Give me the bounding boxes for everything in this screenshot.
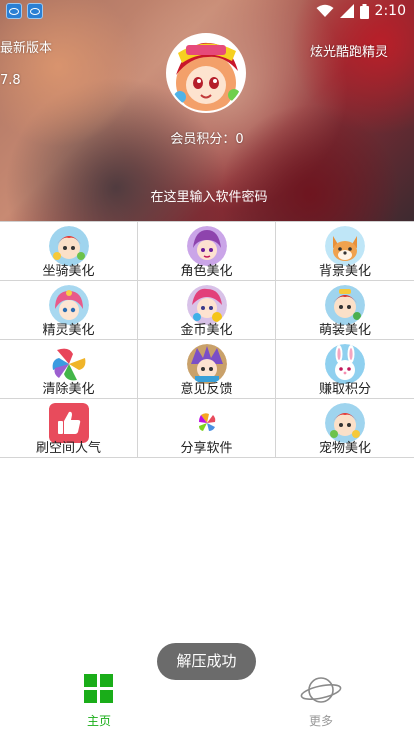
battery-icon	[359, 3, 369, 19]
clock: 2:10	[374, 3, 406, 19]
grid-item-label: 背景美化	[318, 264, 371, 279]
signal-icon	[339, 4, 354, 18]
grid-item-mount[interactable]: 坐骑美化	[0, 222, 138, 281]
password-input[interactable]	[100, 183, 318, 211]
grid-item-clear[interactable]: 清除美化	[0, 340, 138, 399]
nav-more-label: 更多	[308, 714, 333, 728]
cartoon-avatar-icon	[168, 35, 244, 111]
profile-header: 最新版本 7.8 炫光酷跑精灵 会员积分：0	[0, 0, 414, 221]
grid-item-earn-points[interactable]: 赚取积分	[276, 340, 414, 399]
feature-grid: 坐骑美化 角色美化 背景美化 精灵美化 金币美化 萌装美化 清除美化 意见反馈 …	[0, 221, 414, 458]
app-icon	[27, 3, 43, 19]
app-icon	[6, 3, 22, 19]
grid-icon	[84, 674, 113, 703]
grid-item-pet[interactable]: 宠物美化	[276, 399, 414, 458]
avatar[interactable]	[166, 33, 246, 113]
grid-item-label: 萌装美化	[318, 323, 371, 338]
planet-icon	[300, 677, 342, 703]
grid-item-costume[interactable]: 萌装美化	[276, 281, 414, 340]
wifi-icon	[316, 4, 334, 17]
grid-item-label: 精灵美化	[42, 323, 95, 338]
grid-item-background[interactable]: 背景美化	[276, 222, 414, 281]
grid-item-sprite[interactable]: 精灵美化	[0, 281, 138, 340]
grid-item-label: 清除美化	[42, 382, 95, 397]
grid-item-label: 赚取积分	[318, 382, 371, 397]
grid-item-label: 分享软件	[180, 441, 233, 456]
version-label: 最新版本	[0, 41, 53, 56]
grid-item-label: 刷空间人气	[35, 441, 101, 456]
grid-item-coin[interactable]: 金币美化	[138, 281, 276, 340]
version-number: 7.8	[0, 73, 21, 88]
grid-item-label: 宠物美化	[318, 441, 371, 456]
grid-item-label: 坐骑美化	[42, 264, 95, 279]
grid-item-label: 角色美化	[180, 264, 233, 279]
grid-item-space-popularity[interactable]: 刷空间人气	[0, 399, 138, 458]
status-bar: 2:10	[0, 0, 414, 24]
nav-more-tab[interactable]: 更多	[280, 668, 362, 736]
grid-item-share[interactable]: 分享软件	[138, 399, 276, 458]
nav-home-label: 主页	[86, 714, 111, 728]
toast-message: 解压成功	[157, 643, 256, 680]
grid-item-label: 金币美化	[180, 323, 233, 338]
grid-item-character[interactable]: 角色美化	[138, 222, 276, 281]
grid-item-feedback[interactable]: 意见反馈	[138, 340, 276, 399]
app-name: 炫光酷跑精灵	[309, 45, 388, 60]
member-points: 会员积分：0	[170, 132, 244, 147]
nav-home-tab[interactable]: 主页	[58, 668, 140, 736]
grid-item-label: 意见反馈	[180, 382, 233, 397]
